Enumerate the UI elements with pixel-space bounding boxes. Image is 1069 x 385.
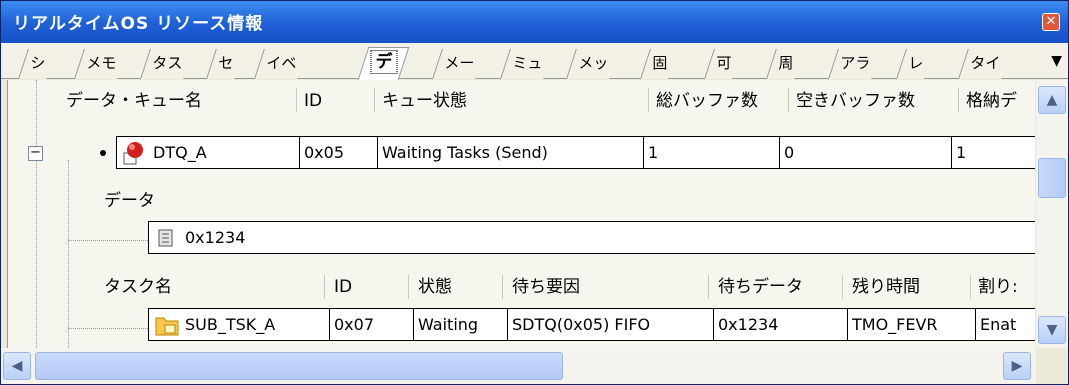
resource-info-window: リアルタイムOS リソース情報 ✕ シ メモ タス セ イベ デ メー ミュ メ… (0, 0, 1069, 385)
col-header-task-name: タスク名 (104, 277, 172, 297)
col-header-dtq-name: データ・キュー名 (66, 91, 202, 111)
dtq-free-cell: 0 (779, 137, 951, 168)
tab-overflow-icon[interactable]: ▼ (1051, 53, 1062, 69)
col-header-queue-state: キュー状態 (382, 91, 467, 111)
vertical-scroll-thumb[interactable] (1038, 158, 1066, 198)
task-row[interactable]: SUB_TSK_A 0x07 Waiting SDTQ(0x05) FIFO 0… (148, 308, 1035, 341)
dtq-row[interactable]: DTQ_A 0x05 Waiting Tasks (Send) 1 0 1 (116, 136, 1035, 169)
data-section-label: データ (104, 191, 155, 211)
scroll-down-icon[interactable]: ▼ (1038, 316, 1066, 344)
dtq-stored-cell: 1 (951, 137, 1035, 168)
col-header-interrupt: 割り: (978, 277, 1018, 297)
close-icon[interactable]: ✕ (1042, 13, 1060, 31)
data-value-cell: 0x1234 (185, 228, 246, 247)
tab-15[interactable]: タイ (958, 49, 1011, 79)
dtq-total-cell: 1 (643, 137, 779, 168)
dtq-name-cell: DTQ_A (153, 143, 207, 162)
tree-line (68, 160, 69, 348)
tab-bar: シ メモ タス セ イベ デ メー ミュ メッ 固 可 周 アラ レ タイ ▼ (1, 43, 1068, 80)
dtq-icon (121, 141, 145, 165)
tree-line (68, 328, 148, 329)
tab-14[interactable]: レ (896, 49, 934, 79)
title-bar[interactable]: リアルタイムOS リソース情報 ✕ (1, 1, 1068, 43)
tab-active[interactable]: デ (357, 47, 410, 80)
horizontal-scroll-thumb[interactable] (35, 352, 563, 380)
horizontal-scrollbar[interactable]: ◀ ▶ (1, 348, 1036, 384)
task-data-cell: 0x1234 (713, 309, 847, 340)
tab-12[interactable]: 周 (766, 49, 804, 79)
bullet-icon (100, 150, 106, 156)
col-header-id: ID (304, 91, 323, 111)
tab-1[interactable]: シ (18, 49, 56, 79)
data-icon (157, 229, 175, 247)
tree-line (36, 80, 37, 348)
scroll-left-icon[interactable]: ◀ (3, 352, 31, 380)
col-header-free-buffers: 空きバッファ数 (796, 91, 915, 111)
tab-3[interactable]: タス (140, 49, 193, 79)
tab-5[interactable]: イベ (254, 49, 307, 79)
tab-9[interactable]: メッ (566, 49, 619, 79)
vertical-scrollbar[interactable]: ▲ ▼ (1036, 80, 1068, 348)
data-value-row: 0x1234 (148, 221, 1035, 254)
col-header-stored-data: 格納デ (966, 91, 1017, 111)
scroll-up-icon[interactable]: ▲ (1038, 86, 1066, 114)
scroll-right-icon[interactable]: ▶ (1003, 352, 1031, 380)
task-folder-icon (155, 314, 179, 336)
task-remaining-cell: TMO_FEVR (847, 309, 975, 340)
col-header-total-buffers: 総バッファ数 (656, 91, 758, 111)
tab-10[interactable]: 固 (640, 49, 678, 79)
tab-7[interactable]: メー (432, 49, 485, 79)
col-header-remaining-time: 残り時間 (852, 277, 920, 297)
task-state-cell: Waiting (413, 309, 507, 340)
tree-line (68, 240, 148, 241)
col-header-task-id: ID (334, 277, 353, 297)
tab-2[interactable]: メモ (74, 49, 127, 79)
col-header-task-state: 状態 (418, 277, 452, 297)
resource-panel: データ・キュー名 ID キュー状態 総バッファ数 空きバッファ数 格納デ − D… (7, 80, 1035, 348)
dtq-state-cell: Waiting Tasks (Send) (377, 137, 643, 168)
collapse-icon[interactable]: − (28, 146, 43, 161)
window-title: リアルタイムOS リソース情報 (13, 14, 264, 34)
col-header-wait-data: 待ちデータ (718, 277, 803, 297)
tab-4[interactable]: セ (206, 49, 244, 79)
task-interrupt-cell: Enat (975, 309, 1035, 340)
tab-11[interactable]: 可 (704, 49, 742, 79)
col-header-wait-reason: 待ち要因 (512, 277, 580, 297)
tab-13[interactable]: アラ (828, 49, 881, 79)
task-reason-cell: SDTQ(0x05) FIFO (507, 309, 713, 340)
task-id-cell: 0x07 (329, 309, 413, 340)
task-name-cell: SUB_TSK_A (185, 315, 276, 334)
tab-8[interactable]: ミュ (500, 49, 553, 79)
dtq-id-cell: 0x05 (299, 137, 377, 168)
